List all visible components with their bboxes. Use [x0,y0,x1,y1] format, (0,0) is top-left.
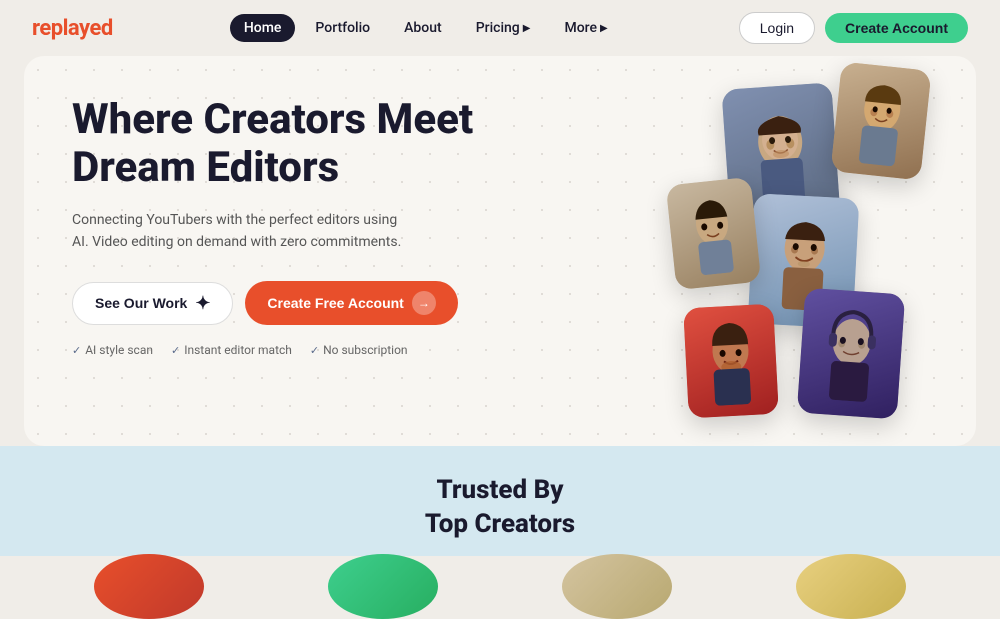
creator-photo-5 [683,304,779,419]
creator-bubble-4 [796,554,906,619]
trusted-title: Trusted ByTop Creators [32,474,968,542]
feature-label-1: AI style scan [85,343,153,357]
creator-bubble-1 [94,554,204,619]
nav-links: Home Portfolio About Pricing ▶ More ▶ [230,14,622,42]
hero-subtitle: Connecting YouTubers with the perfect ed… [72,209,412,254]
creator-bubble-2 [328,554,438,619]
see-our-work-button[interactable]: See Our Work ✦ [72,282,233,325]
creator-photo-2 [830,62,931,181]
nav-actions: Login Create Account [739,12,968,44]
feature-no-sub: ✓ No subscription [310,343,408,357]
nav-about[interactable]: About [390,14,456,42]
see-work-label: See Our Work [95,295,187,311]
feature-label-2: Instant editor match [184,343,292,357]
creator-bubble-3 [562,554,672,619]
feature-label-3: No subscription [323,343,407,357]
brand-logo: replayed [32,16,113,41]
creator-photo-4 [666,177,762,290]
check-icon-3: ✓ [310,344,319,357]
hero-section: Where Creators Meet Dream Editors Connec… [24,56,976,446]
navbar: replayed Home Portfolio About Pricing ▶ … [0,0,1000,56]
check-icon-1: ✓ [72,344,81,357]
trusted-section: Trusted ByTop Creators [0,446,1000,556]
nav-portfolio[interactable]: Portfolio [301,14,384,42]
feature-editor-match: ✓ Instant editor match [171,343,292,357]
hero-buttons: See Our Work ✦ Create Free Account → [72,281,492,325]
hero-features: ✓ AI style scan ✓ Instant editor match ✓… [72,343,492,357]
hero-title: Where Creators Meet Dream Editors [72,96,492,193]
nav-pricing[interactable]: Pricing ▶ [462,14,545,42]
hero-content: Where Creators Meet Dream Editors Connec… [72,96,492,357]
feature-ai-scan: ✓ AI style scan [72,343,153,357]
creator-photo-6 [797,288,905,420]
more-chevron-icon: ▶ [600,23,608,34]
create-account-button[interactable]: Create Account [825,13,968,43]
nav-more[interactable]: More ▶ [550,14,621,42]
nav-home[interactable]: Home [230,14,296,42]
pricing-chevron-icon: ▶ [523,23,531,34]
check-icon-2: ✓ [171,344,180,357]
hero-images [596,66,936,446]
create-free-account-label: Create Free Account [267,295,403,311]
login-button[interactable]: Login [739,12,815,44]
arrow-icon: → [412,291,436,315]
create-free-account-button[interactable]: Create Free Account → [245,281,457,325]
sparkle-icon: ✦ [195,293,210,314]
creator-bubbles [32,554,968,619]
